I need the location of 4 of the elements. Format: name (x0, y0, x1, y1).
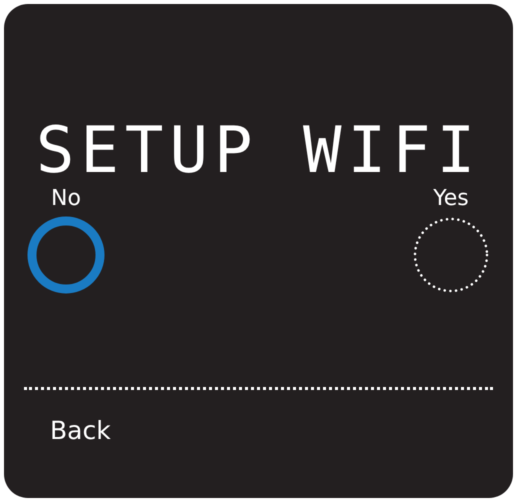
back-button[interactable]: Back (50, 416, 111, 446)
option-label: Yes (433, 186, 469, 212)
option-label: No (51, 186, 81, 212)
screen-title: SETUP WIFI (34, 116, 482, 186)
